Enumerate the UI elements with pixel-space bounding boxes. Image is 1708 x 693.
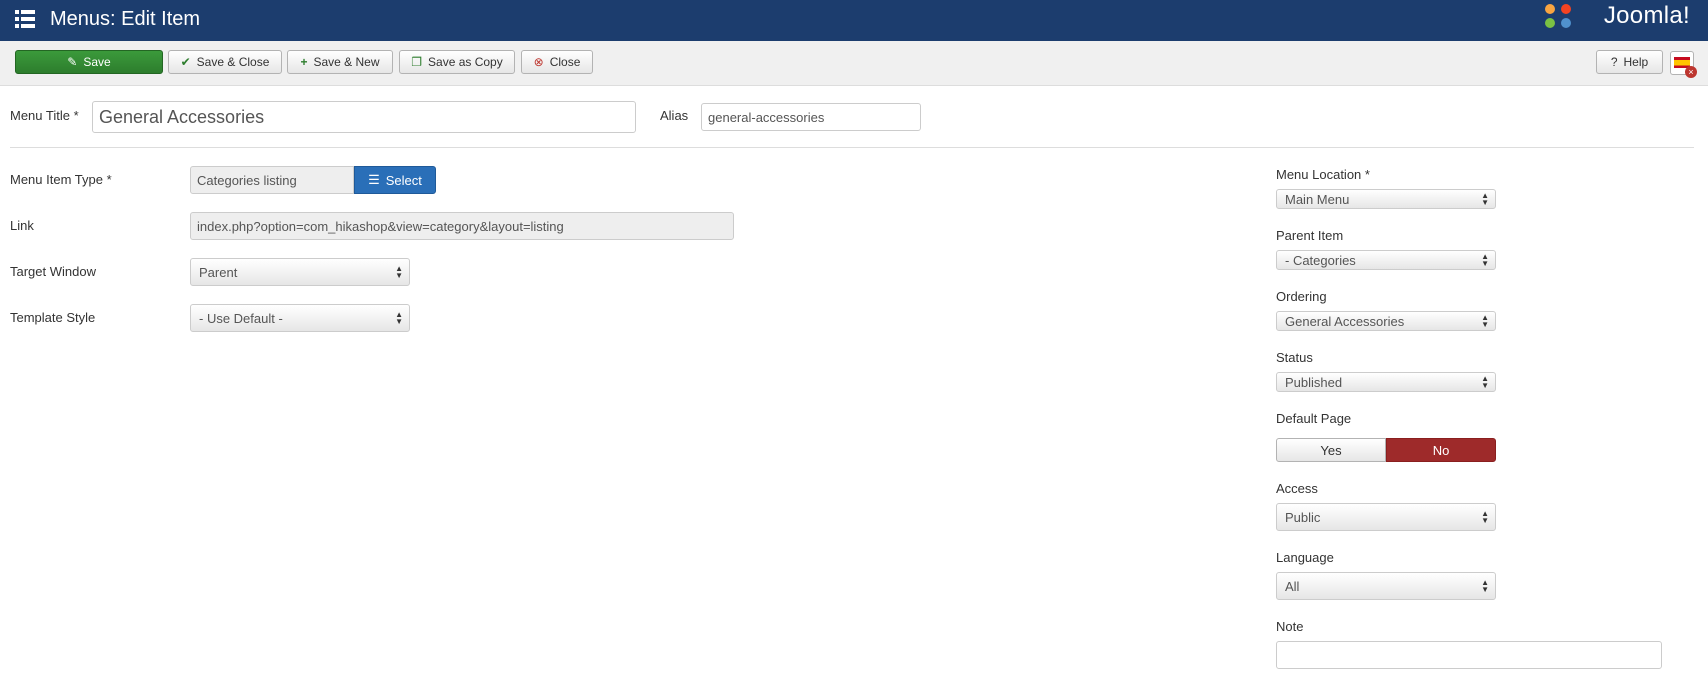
copy-icon: ❐ <box>411 55 423 69</box>
link-field: index.php?option=com_hikashop&view=categ… <box>190 212 734 240</box>
menu-title-label: Menu Title * <box>10 108 79 123</box>
check-icon: ✔ <box>180 55 191 69</box>
edit-icon: ✎ <box>67 55 78 69</box>
menu-location-label: Menu Location * <box>1276 167 1370 182</box>
save-close-button[interactable]: ✔ Save & Close <box>168 50 282 74</box>
save-button[interactable]: ✎ Save <box>15 50 163 74</box>
select-type-button[interactable]: ☰ Select <box>354 166 436 194</box>
page-title: Menus: Edit Item <box>50 8 201 30</box>
access-select[interactable]: Public ▲ ▼ <box>1276 503 1496 531</box>
target-window-select[interactable]: Parent ▲ ▼ <box>190 258 410 286</box>
parent-item-label: Parent Item <box>1276 228 1344 243</box>
note-input[interactable] <box>1276 641 1662 669</box>
menu-list-icon[interactable] <box>15 9 35 32</box>
select-caret-icon: ▲ ▼ <box>1481 313 1489 329</box>
joomla-logo-text: Joomla! <box>1603 2 1690 29</box>
status-select[interactable]: Published ▲ ▼ <box>1276 372 1496 392</box>
alias-input[interactable]: general-accessories <box>701 103 921 131</box>
access-label: Access <box>1276 481 1318 496</box>
link-label: Link <box>10 218 34 233</box>
note-label: Note <box>1276 619 1304 634</box>
toolbar: ✎ Save ✔ Save & Close + Save & New ❐ Sav… <box>0 41 1708 86</box>
plus-icon: + <box>300 55 308 69</box>
default-page-label: Default Page <box>1276 411 1352 426</box>
select-caret-icon: ▲ ▼ <box>1481 252 1489 268</box>
help-button[interactable]: ? Help <box>1596 50 1663 74</box>
close-button[interactable]: ⊗ Close <box>521 50 593 74</box>
divider <box>10 147 1694 148</box>
default-page-yes[interactable]: Yes <box>1276 438 1386 462</box>
select-caret-icon: ▲ ▼ <box>395 310 403 326</box>
save-as-copy-button[interactable]: ❐ Save as Copy <box>399 50 515 74</box>
menu-title-input[interactable]: General Accessories <box>92 101 636 133</box>
parent-item-select[interactable]: - Categories ▲ ▼ <box>1276 250 1496 270</box>
save-new-button[interactable]: + Save & New <box>287 50 393 74</box>
template-style-label: Template Style <box>10 310 96 325</box>
select-caret-icon: ▲ ▼ <box>1481 509 1489 525</box>
language-flag-icon[interactable]: × <box>1670 51 1697 78</box>
menu-item-type-label: Menu Item Type * <box>10 172 112 187</box>
menu-location-select[interactable]: Main Menu ▲ ▼ <box>1276 189 1496 209</box>
default-page-no[interactable]: No <box>1386 438 1496 462</box>
select-caret-icon: ▲ ▼ <box>1481 374 1489 390</box>
language-select[interactable]: All ▲ ▼ <box>1276 572 1496 600</box>
ordering-select[interactable]: General Accessories ▲ ▼ <box>1276 311 1496 331</box>
status-label: Status <box>1276 350 1313 365</box>
joomla-logo <box>1543 2 1573 33</box>
header-bar: Menus: Edit Item Joomla! <box>0 0 1708 41</box>
menu-item-type-field: Categories listing <box>190 166 354 194</box>
select-caret-icon: ▲ ▼ <box>1481 578 1489 594</box>
alias-label: Alias <box>660 108 689 123</box>
list-icon: ☰ <box>368 172 380 187</box>
language-label: Language <box>1276 550 1334 565</box>
ordering-label: Ordering <box>1276 289 1327 304</box>
target-window-label: Target Window <box>10 264 96 279</box>
close-circle-icon: ⊗ <box>533 55 544 69</box>
select-caret-icon: ▲ ▼ <box>1481 191 1489 207</box>
select-caret-icon: ▲ ▼ <box>395 264 403 280</box>
help-icon: ? <box>1610 55 1618 69</box>
close-small-icon: × <box>1685 66 1697 78</box>
template-style-select[interactable]: - Use Default - ▲ ▼ <box>190 304 410 332</box>
